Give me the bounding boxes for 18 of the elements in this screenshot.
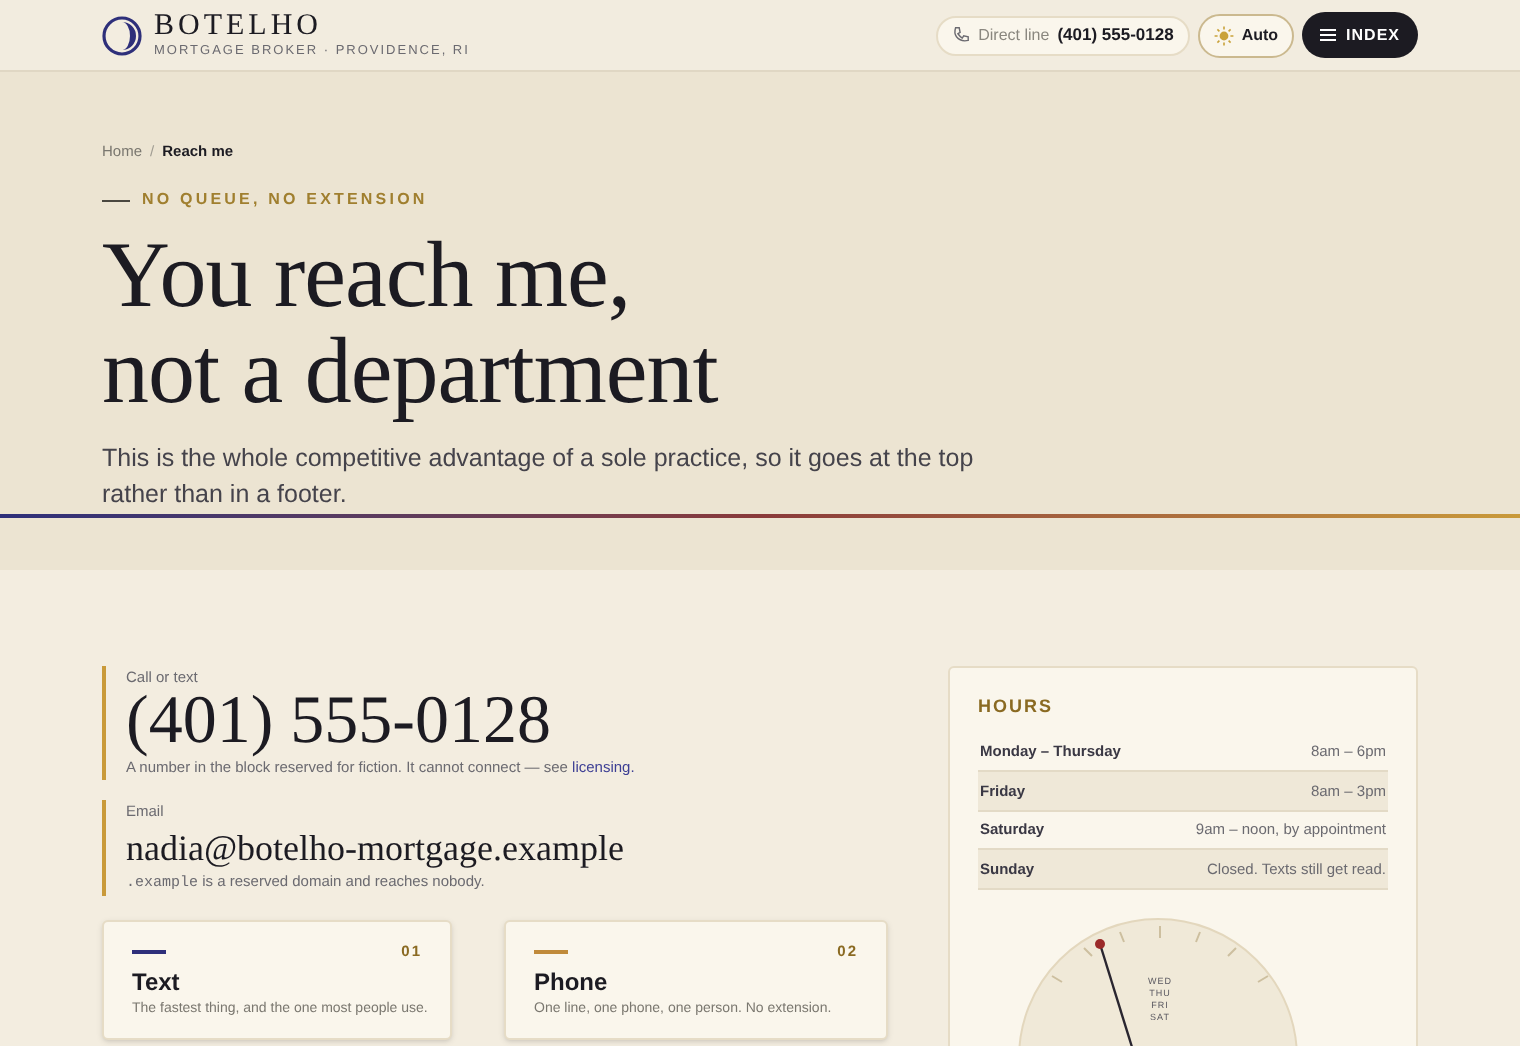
contact-value: nadia@botelho-mortgage.example: [126, 825, 626, 870]
direct-line-pill[interactable]: Direct line (401) 555-0128: [936, 15, 1190, 55]
page-title: You reach me, not a department: [102, 228, 720, 421]
channel-title: Phone: [534, 966, 610, 999]
channel-title: Text: [132, 966, 182, 999]
lead-paragraph: This is the whole competitive advantage of a sole practice, so it goes at the top rather than in a footer.: [102, 442, 976, 513]
hours-title: HOURS: [978, 694, 1056, 720]
menu-icon: [1320, 28, 1337, 42]
direct-line-number: (401) 555-0128: [1057, 22, 1174, 48]
direct-line-label: Direct line: [978, 23, 1050, 47]
index-button[interactable]: INDEX: [1302, 12, 1418, 58]
phone-icon: [952, 26, 971, 44]
logo-icon: [102, 15, 142, 55]
sun-icon: [1213, 25, 1234, 45]
brand-name: BOTELHO: [154, 11, 324, 42]
contact-value: (401) 555-0128: [126, 688, 553, 757]
eyebrow-text: NO QUEUE, NO EXTENSION: [142, 188, 428, 213]
theme-toggle[interactable]: Auto: [1197, 13, 1295, 57]
